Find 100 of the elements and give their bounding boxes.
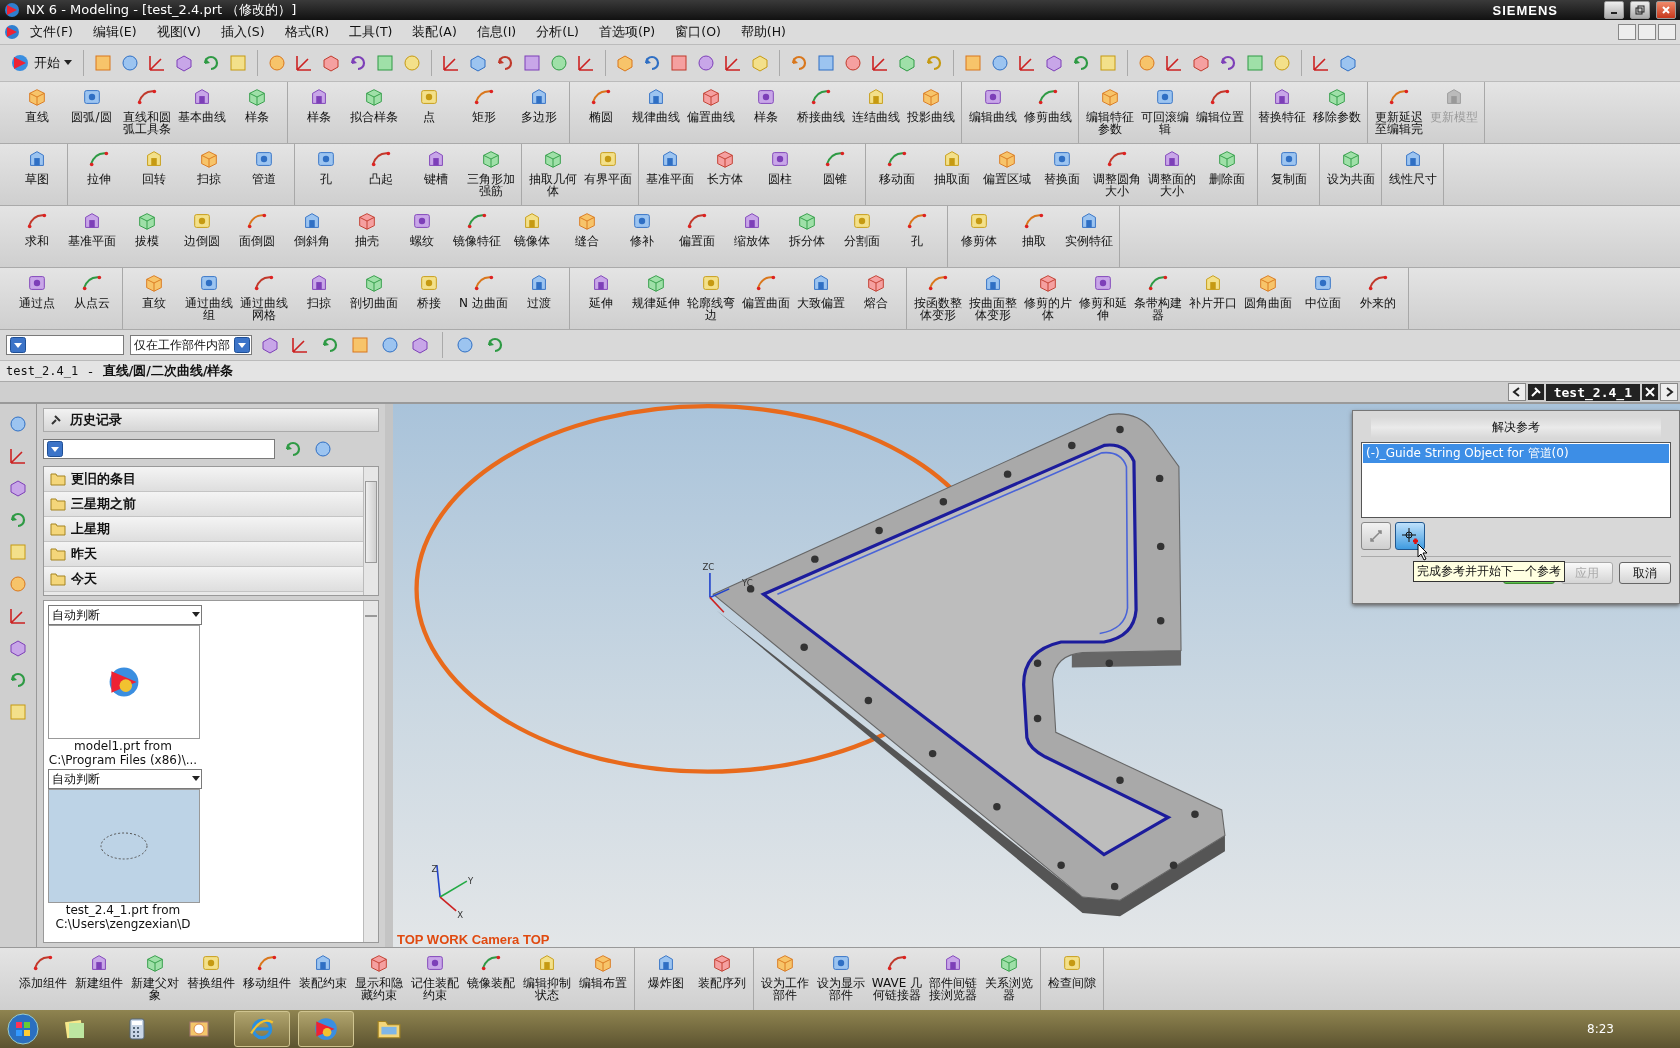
minimize-button[interactable] [1604, 1, 1624, 19]
tool-button[interactable]: 剖切曲面 [346, 268, 401, 329]
part-tab[interactable]: test_2.4_1 [1545, 383, 1640, 401]
tool-button[interactable]: 圆柱 [752, 144, 807, 205]
toolbar-icon[interactable] [485, 335, 505, 355]
toolbar-icon[interactable] [789, 53, 809, 73]
tool-button[interactable]: 缩放体 [724, 206, 779, 267]
toolbar-icon[interactable] [120, 53, 140, 73]
history-group[interactable]: 更旧的条目 [44, 467, 363, 492]
tool-button[interactable]: 边倒圆 [174, 206, 229, 267]
tool-button[interactable]: 螺纹 [394, 206, 449, 267]
history-group[interactable]: 昨天 [44, 542, 363, 567]
tool-button[interactable]: 装配序列 [694, 948, 750, 1010]
tool-button[interactable]: 编辑位置 [1192, 82, 1247, 143]
tool-button[interactable]: 投影曲线 [903, 82, 958, 143]
tool-button[interactable]: 孔 [298, 144, 353, 205]
close-button[interactable] [1656, 1, 1676, 19]
tool-button[interactable]: 偏置曲面 [738, 268, 793, 329]
close-icon[interactable] [1642, 384, 1658, 400]
tool-button[interactable]: 爆炸图 [638, 948, 694, 1010]
toolbar-icon[interactable] [1017, 53, 1037, 73]
tool-button[interactable]: 扫掠 [291, 268, 346, 329]
toolbar-icon[interactable] [522, 53, 542, 73]
tool-button[interactable]: 键槽 [408, 144, 463, 205]
toolbar-icon[interactable] [615, 53, 635, 73]
tool-button[interactable]: 实例特征 [1061, 206, 1116, 267]
tool-button[interactable]: 复制面 [1261, 144, 1316, 205]
tool-button[interactable]: N 边曲面 [456, 268, 511, 329]
tool-button[interactable]: 长方体 [697, 144, 752, 205]
tool-button[interactable]: 删除面 [1199, 144, 1254, 205]
tool-button[interactable]: 连结曲线 [848, 82, 903, 143]
scope-dropdown[interactable]: 仅在工作部件内部 [130, 335, 252, 355]
menu-item[interactable]: 分析(L) [526, 23, 589, 41]
toolbar-icon[interactable] [174, 53, 194, 73]
tool-button[interactable]: 抽取 [1006, 206, 1061, 267]
toolbar-icon[interactable] [321, 53, 341, 73]
tool-button[interactable]: 规律延伸 [628, 268, 683, 329]
tool-button[interactable]: 回转 [126, 144, 181, 205]
tool-button[interactable]: 偏置区域 [979, 144, 1034, 205]
toolbar-icon[interactable] [870, 53, 890, 73]
toolbar-icon[interactable] [576, 53, 596, 73]
toolbar-icon[interactable] [1191, 53, 1211, 73]
tool-button[interactable]: 修补 [614, 206, 669, 267]
tool-button[interactable]: 样条 [291, 82, 346, 143]
tool-button[interactable]: 拔模 [119, 206, 174, 267]
menu-item[interactable]: 装配(A) [402, 23, 467, 41]
tool-button[interactable]: 扫掠 [181, 144, 236, 205]
tool-button[interactable]: 移动面 [869, 144, 924, 205]
toolbar-icon[interactable] [1137, 53, 1157, 73]
navigator-tab-icon[interactable] [8, 574, 28, 594]
tool-button[interactable]: 编辑曲线 [965, 82, 1020, 143]
navigator-tab-icon[interactable] [8, 670, 28, 690]
display-mode-dropdown[interactable]: 自动判断 [48, 769, 202, 789]
toolbar-icon[interactable] [1338, 53, 1358, 73]
type-filter-dropdown[interactable] [6, 335, 124, 355]
toolbar-icon[interactable] [380, 335, 400, 355]
dialog-button[interactable]: 取消 [1619, 562, 1671, 584]
tool-button[interactable]: 孔 [889, 206, 944, 267]
toolbar-icon[interactable] [468, 53, 488, 73]
caret-icon[interactable] [64, 60, 72, 66]
navigator-tab-icon[interactable] [8, 638, 28, 658]
tool-button[interactable]: 设为显示部件 [813, 948, 869, 1010]
tool-button[interactable]: 从点云 [64, 268, 119, 329]
tool-button[interactable]: 按函数整体变形 [910, 268, 965, 329]
toolbar-icon[interactable] [495, 53, 515, 73]
menu-item[interactable]: 窗口(O) [665, 23, 731, 41]
tool-button[interactable]: 镜像特征 [449, 206, 504, 267]
tool-button[interactable]: 抽取几何体 [525, 144, 580, 205]
toolbar-icon[interactable] [843, 53, 863, 73]
preview-thumbnail[interactable] [48, 789, 200, 903]
navigator-tab-icon[interactable] [8, 510, 28, 530]
tool-button[interactable]: 拉伸 [71, 144, 126, 205]
back-icon[interactable] [283, 439, 303, 459]
tool-button[interactable]: 替换面 [1034, 144, 1089, 205]
tool-button[interactable]: 关系浏览器 [981, 948, 1037, 1010]
start-orb-icon[interactable] [6, 1012, 40, 1046]
toolbar-icon[interactable] [290, 335, 310, 355]
tool-button[interactable]: 编辑布置 [575, 948, 631, 1010]
tool-button[interactable]: 样条 [738, 82, 793, 143]
tool-button[interactable]: 求和 [9, 206, 64, 267]
navigator-tab-icon[interactable] [8, 606, 28, 626]
tool-button[interactable]: 通过点 [9, 268, 64, 329]
tool-button[interactable]: 中位面 [1295, 268, 1350, 329]
tool-button[interactable]: 装配约束 [295, 948, 351, 1010]
toolbar-icon[interactable] [267, 53, 287, 73]
toolbar-icon[interactable] [441, 53, 461, 73]
toolbar-icon[interactable] [1311, 53, 1331, 73]
tool-button[interactable]: 倒斜角 [284, 206, 339, 267]
crosshair-button[interactable] [1395, 522, 1425, 550]
tool-button[interactable]: 通过曲线网格 [236, 268, 291, 329]
tool-button[interactable]: 添加组件 [15, 948, 71, 1010]
toolbar-icon[interactable] [320, 335, 340, 355]
tool-button[interactable]: 记住装配约束 [407, 948, 463, 1010]
caret-icon[interactable] [192, 612, 200, 618]
tool-button[interactable]: 可回滚编辑 [1137, 82, 1192, 143]
tool-button[interactable]: 部件间链接浏览器 [925, 948, 981, 1010]
scrollbar[interactable] [363, 467, 378, 595]
toolbar-icon[interactable] [201, 53, 221, 73]
scrollbar[interactable] [363, 601, 378, 942]
toolbar-icon[interactable] [990, 53, 1010, 73]
